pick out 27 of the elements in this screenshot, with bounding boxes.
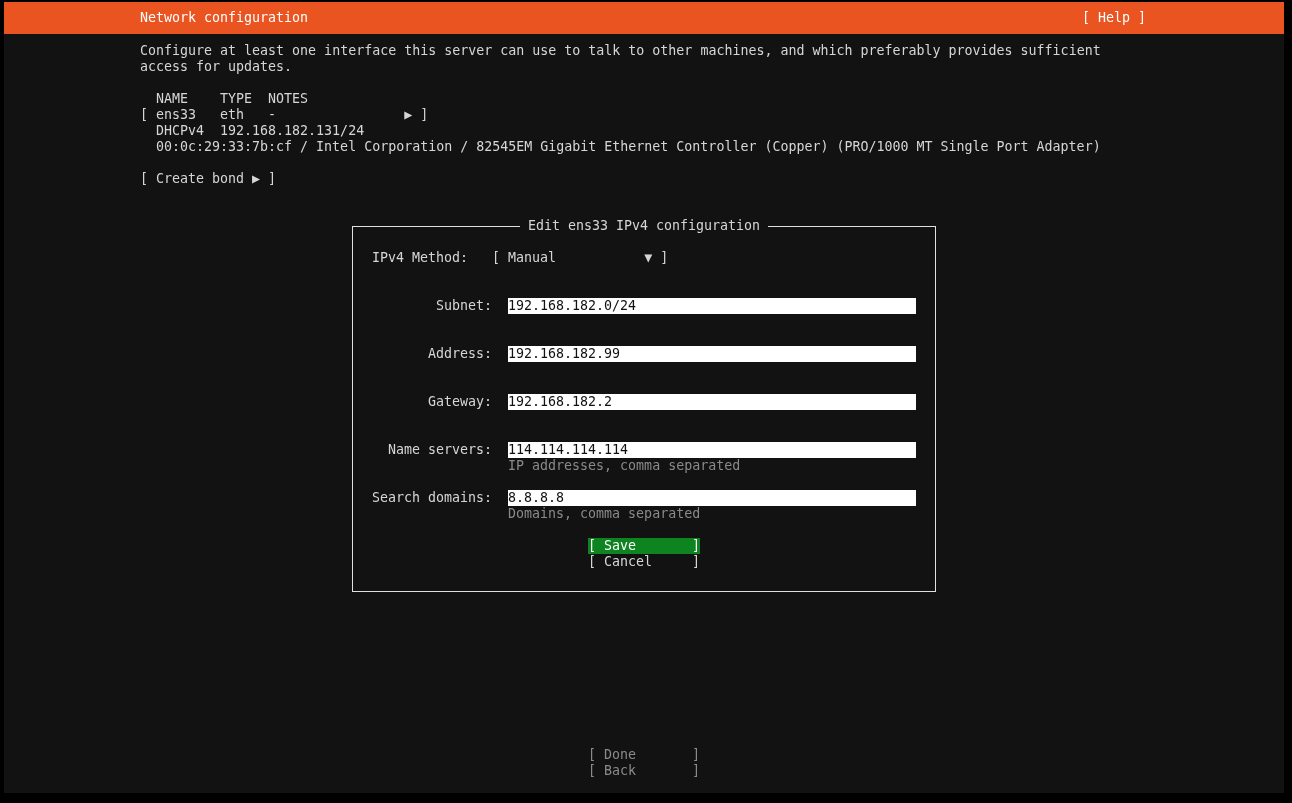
input-field[interactable]: 192.168.182.2: [508, 394, 917, 410]
field-label: Search domains:: [371, 490, 493, 506]
column-header: TYPE: [220, 91, 254, 107]
interface-detail: DHCPv4 192.168.182.131/24: [155, 123, 366, 139]
dialog-button[interactable]: [ Cancel ]: [587, 554, 700, 570]
interface-detail: 00:0c:29:33:7b:cf / Intel Corporation / 82545EM Gigabit Ethernet Controller (Copper) (PRO/1000 MT Single Port Adapter): [155, 139, 1102, 155]
intro-text: Configure at least one interface this server can use to talk to other machines, and which preferably provides sufficient access for updates.: [140, 43, 1102, 75]
dialog-title: Edit ens33 IPv4 configuration: [526, 218, 762, 234]
field-label: Name servers:: [386, 442, 493, 458]
interface-row[interactable]: [ ens33 eth - ▶ ]: [140, 107, 429, 123]
column-header: NOTES: [268, 91, 310, 107]
input-field[interactable]: 192.168.182.99: [508, 346, 917, 362]
help-button[interactable]: [ Help ]: [1081, 10, 1146, 26]
screen-title: Network configuration: [140, 10, 309, 26]
field-label: Subnet:: [435, 298, 493, 314]
column-header: NAME: [156, 91, 190, 107]
field-label: Gateway:: [427, 394, 493, 410]
method-dropdown[interactable]: [ Manual ▼ ]: [492, 250, 669, 266]
field-label: Address:: [427, 346, 493, 362]
field-label: IPv4 Method:: [371, 250, 469, 266]
create-bond-button[interactable]: [ Create bond ▶ ]: [140, 171, 277, 187]
input-field[interactable]: 192.168.182.0/24: [508, 298, 917, 314]
input-field[interactable]: 114.114.114.114: [508, 442, 917, 458]
dialog-button[interactable]: [ Save ]: [587, 538, 700, 554]
input-field[interactable]: 8.8.8.8: [508, 490, 917, 506]
field-hint: IP addresses, comma separated: [508, 458, 742, 474]
field-hint: Domains, comma separated: [508, 506, 702, 522]
